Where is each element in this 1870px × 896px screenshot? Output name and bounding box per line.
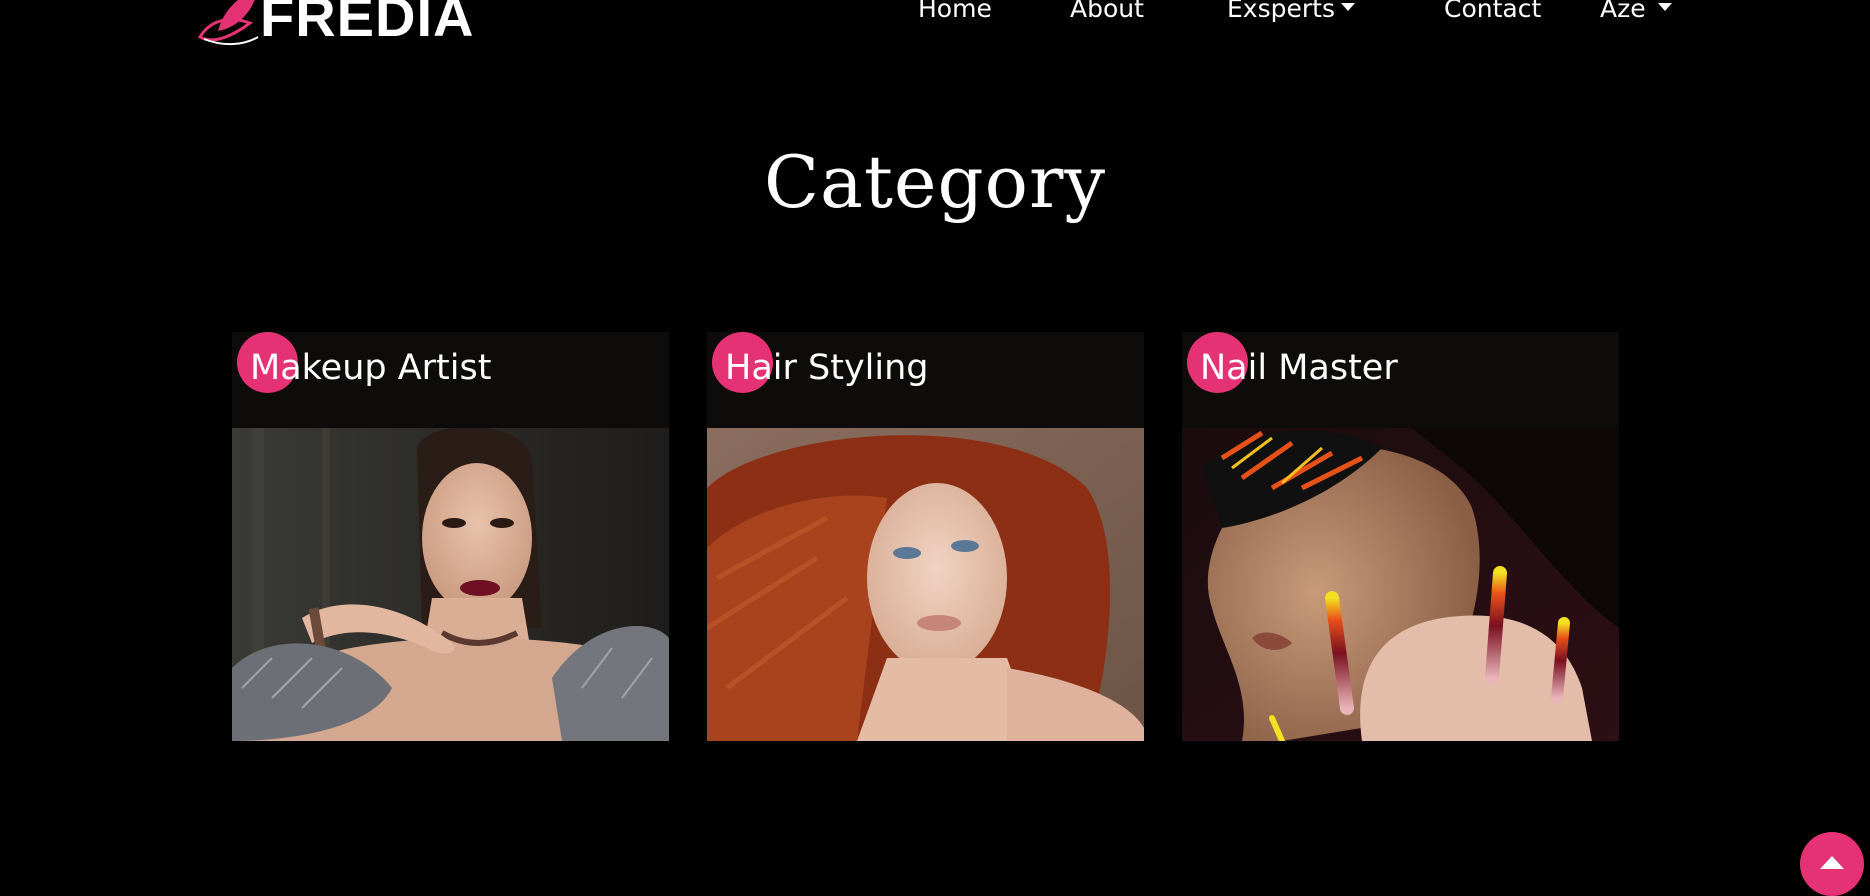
- nav-experts-label: Exsperts: [1227, 0, 1335, 23]
- nav-home-link[interactable]: Home: [918, 0, 992, 23]
- brand-name: FREDIA: [260, 0, 475, 48]
- category-card-nail-master[interactable]: Nail Master: [1182, 332, 1619, 741]
- chevron-down-icon: [1340, 3, 1355, 11]
- red-hair-portrait-image: [707, 428, 1144, 741]
- navbar: FREDIA Home About Exsperts Contact Aze: [0, 0, 1870, 60]
- card-title: Nail Master: [1200, 348, 1398, 388]
- butterfly-logo-icon: [197, 0, 259, 45]
- card-header: Makeup Artist: [232, 332, 669, 428]
- nail-art-portrait-image: [1182, 428, 1619, 741]
- nav-contact-link[interactable]: Contact: [1444, 0, 1541, 23]
- nav-experts-dropdown[interactable]: Exsperts: [1227, 0, 1355, 23]
- category-card-hair-styling[interactable]: Hair Styling: [707, 332, 1144, 741]
- language-label: Aze: [1600, 0, 1646, 23]
- category-card-makeup-artist[interactable]: Makeup Artist: [232, 332, 669, 741]
- makeup-portrait-image: [232, 428, 669, 741]
- card-title: Makeup Artist: [250, 348, 492, 388]
- chevron-down-icon: [1657, 3, 1672, 11]
- section-title: Category: [763, 140, 1107, 224]
- card-header: Nail Master: [1182, 332, 1619, 428]
- scroll-to-top-button[interactable]: [1800, 832, 1864, 896]
- language-dropdown[interactable]: Aze: [1600, 0, 1672, 23]
- card-header: Hair Styling: [707, 332, 1144, 428]
- arrow-up-icon: [1820, 856, 1844, 869]
- brand-logo[interactable]: FREDIA: [194, 0, 474, 56]
- nav-about-link[interactable]: About: [1070, 0, 1144, 23]
- card-title: Hair Styling: [725, 348, 929, 388]
